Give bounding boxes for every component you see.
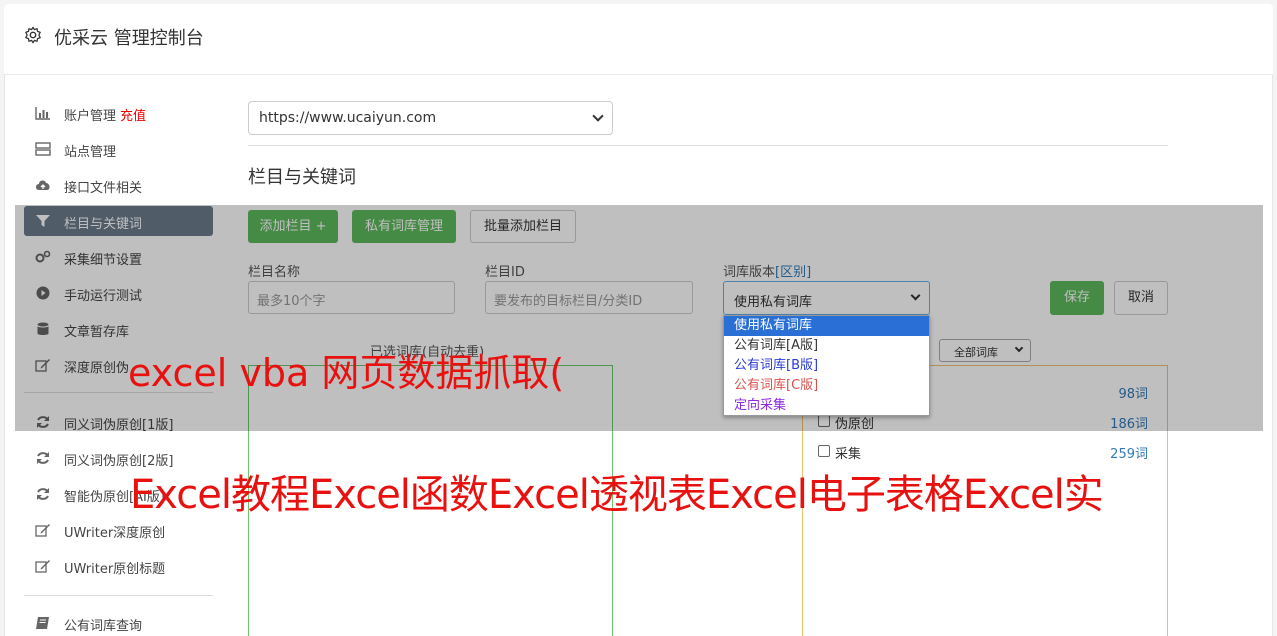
sidebar-item-label: UWriter原创标题 xyxy=(64,562,166,577)
edit-icon xyxy=(35,359,50,372)
sidebar-item-article-store[interactable]: 文章暂存库 xyxy=(24,314,213,344)
sidebar-item-label: 站点管理 xyxy=(64,145,117,160)
library-checkbox[interactable] xyxy=(818,445,830,457)
sidebar-item-synonym-v1[interactable]: 同义词伪原创[1版] xyxy=(24,407,213,437)
sidebar-item-label: UWriter深度原创 xyxy=(64,526,166,541)
book-icon xyxy=(36,617,49,629)
sidebar-item-label: 栏目与关键词 xyxy=(64,217,143,232)
save-button[interactable]: 保存 xyxy=(1050,281,1104,315)
sidebar-item-label: 账户管理 xyxy=(64,109,117,124)
edit-icon xyxy=(35,524,50,537)
library-name: 采集 xyxy=(835,447,862,462)
batch-add-button[interactable]: 批量添加栏目 xyxy=(470,210,576,243)
refresh-icon xyxy=(37,452,49,464)
chevron-down-icon xyxy=(1014,343,1024,353)
page-title: 优采云 管理控制台 xyxy=(54,28,204,49)
dropdown-option[interactable]: 公有词库[B版] xyxy=(724,356,929,376)
sidebar-divider xyxy=(24,595,213,596)
refresh-icon xyxy=(37,416,49,428)
sidebar-item-public-lib[interactable]: 公有词库查询 xyxy=(24,608,213,636)
section-title: 栏目与关键词 xyxy=(248,167,356,188)
sidebar-item-columns[interactable]: 栏目与关键词 xyxy=(24,206,213,236)
gear-icon xyxy=(25,26,41,44)
bar-chart-icon xyxy=(35,107,50,120)
sidebar-item-label: 文章暂存库 xyxy=(64,325,130,340)
refresh-icon xyxy=(37,488,49,500)
sidebar-item-label: 公有词库查询 xyxy=(64,619,143,634)
database-icon xyxy=(37,322,49,335)
divider xyxy=(248,145,1168,146)
recharge-link[interactable]: 充值 xyxy=(120,109,146,124)
play-circle-icon xyxy=(36,286,50,300)
column-id-placeholder: 要发布的目标栏目/分类ID xyxy=(494,294,643,309)
sidebar-item-interface[interactable]: 接口文件相关 xyxy=(24,170,213,200)
column-name-label: 栏目名称 xyxy=(248,265,301,280)
chevron-down-icon xyxy=(910,290,921,301)
sidebar-item-manual-run[interactable]: 手动运行测试 xyxy=(24,278,213,308)
site-select[interactable]: https://www.ucaiyun.com xyxy=(248,101,613,135)
dropdown-option[interactable]: 公有词库[C版] xyxy=(724,376,929,396)
difference-link[interactable]: [区别] xyxy=(775,265,811,280)
lib-version-value: 使用私有词库 xyxy=(734,295,813,310)
sidebar-item-account[interactable]: 账户管理 充值 xyxy=(24,98,213,128)
cancel-button[interactable]: 取消 xyxy=(1114,281,1168,315)
dropdown-option[interactable]: 公有词库[A版] xyxy=(724,336,929,356)
sidebar-item-label: 同义词伪原创[1版] xyxy=(64,418,174,433)
sidebar-item-label: 采集细节设置 xyxy=(64,253,143,268)
column-name-placeholder: 最多10个字 xyxy=(257,294,326,309)
lib-version-dropdown[interactable]: 使用私有词库 公有词库[A版] 公有词库[B版] 公有词库[C版] 定向采集 xyxy=(723,315,930,416)
dropdown-option[interactable]: 定向采集 xyxy=(724,396,929,416)
filter-icon xyxy=(36,215,50,227)
private-lib-button[interactable]: 私有词库管理 xyxy=(352,210,456,243)
chevron-down-icon xyxy=(592,110,604,122)
column-name-input[interactable]: 最多10个字 xyxy=(248,281,455,314)
site-select-value: https://www.ucaiyun.com xyxy=(259,110,437,126)
sidebar-item-label: 手动运行测试 xyxy=(64,289,143,304)
edit-icon xyxy=(35,560,50,573)
column-id-input[interactable]: 要发布的目标栏目/分类ID xyxy=(485,281,693,314)
server-icon xyxy=(35,142,51,156)
sidebar-item-label: 接口文件相关 xyxy=(64,181,143,196)
gears-icon xyxy=(35,250,51,263)
page-header: 优采云 管理控制台 xyxy=(4,4,1273,75)
library-count: 98词 xyxy=(1118,387,1148,402)
library-list-item[interactable]: 采集 259词 xyxy=(818,442,1148,462)
lib-filter-value: 全部词库 xyxy=(954,346,998,359)
dropdown-option[interactable]: 使用私有词库 xyxy=(724,316,929,336)
sidebar-item-uwriter-title[interactable]: UWriter原创标题 xyxy=(24,551,213,581)
column-id-label: 栏目ID xyxy=(485,265,525,280)
lib-version-label-text: 词库版本 xyxy=(723,265,776,280)
sidebar-item-collect-settings[interactable]: 采集细节设置 xyxy=(24,242,213,272)
library-count: 259词 xyxy=(1110,447,1148,462)
lib-version-label: 词库版本[区别] xyxy=(723,261,811,280)
cloud-upload-icon xyxy=(36,180,50,190)
lib-version-select[interactable]: 使用私有词库 xyxy=(723,281,930,315)
library-checkbox[interactable] xyxy=(818,415,830,427)
library-count: 186词 xyxy=(1110,417,1148,432)
lib-filter-select[interactable]: 全部词库 xyxy=(939,339,1031,362)
sidebar-item-sites[interactable]: 站点管理 xyxy=(24,134,213,164)
sidebar-item-label: 深度原创伪 xyxy=(64,361,130,376)
add-column-button[interactable]: 添加栏目 + xyxy=(248,210,338,243)
watermark-line2: Excel教程Excel函数Excel透视表Excel电子表格Excel实 xyxy=(130,472,1104,518)
watermark-line1: excel vba 网页数据抓取( xyxy=(128,351,565,395)
